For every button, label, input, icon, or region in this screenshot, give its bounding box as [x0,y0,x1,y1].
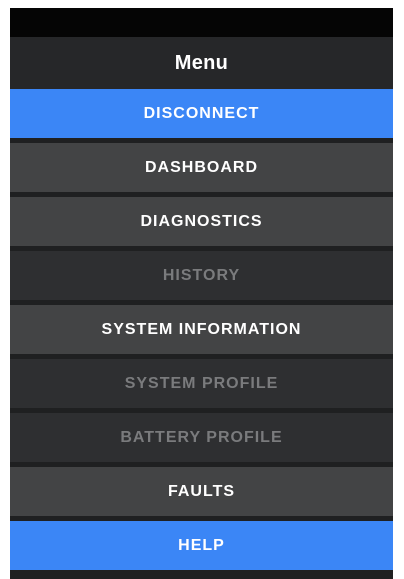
menu-item-label: HISTORY [162,266,241,284]
menu-panel: Menu DISCONNECT DASHBOARD DIAGNOSTICS HI… [10,8,393,579]
menu-item-diagnostics[interactable]: DIAGNOSTICS [10,197,393,246]
menu-item-dashboard[interactable]: DASHBOARD [10,143,393,192]
menu-item-history[interactable]: HISTORY [10,251,393,300]
menu-item-label: HELP [178,536,225,554]
menu-item-faults[interactable]: FAULTS [10,467,393,516]
menu-title: Menu [174,51,229,74]
menu-list: DISCONNECT DASHBOARD DIAGNOSTICS HISTORY… [10,89,393,570]
menu-item-label: SYSTEM INFORMATION [101,320,302,338]
menu-item-help[interactable]: HELP [10,521,393,570]
menu-item-label: FAULTS [167,482,236,500]
top-bar [10,8,393,37]
menu-item-battery-profile[interactable]: BATTERY PROFILE [10,413,393,462]
menu-item-label: DISCONNECT [143,104,260,122]
menu-item-system-profile[interactable]: SYSTEM PROFILE [10,359,393,408]
menu-header: Menu [10,37,393,89]
menu-item-system-information[interactable]: SYSTEM INFORMATION [10,305,393,354]
menu-item-label: BATTERY PROFILE [120,428,283,446]
menu-item-disconnect[interactable]: DISCONNECT [10,89,393,138]
menu-item-label: DIAGNOSTICS [140,212,263,230]
menu-item-label: SYSTEM PROFILE [124,374,279,392]
menu-item-label: DASHBOARD [145,158,258,176]
